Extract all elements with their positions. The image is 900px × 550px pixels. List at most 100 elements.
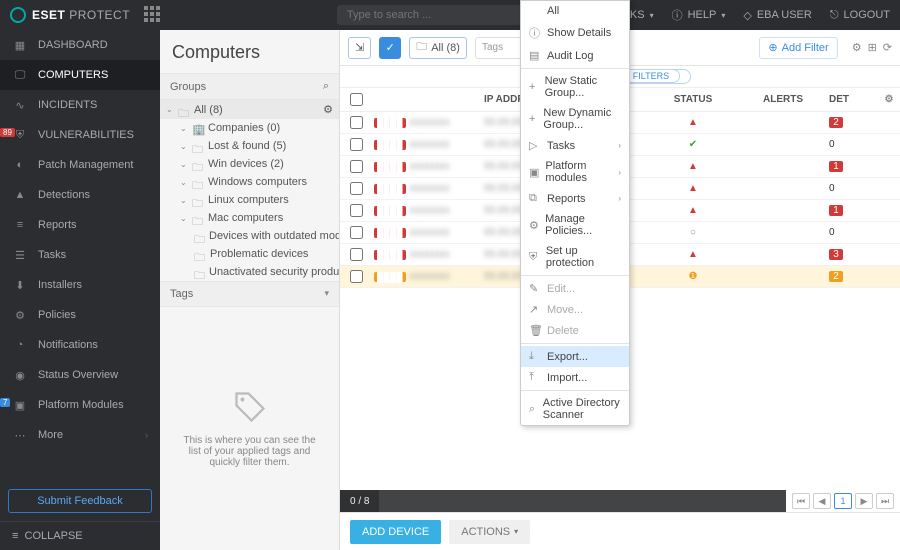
nav-vulnerabilities[interactable]: 89⛨VULNERABILITIES bbox=[0, 120, 160, 150]
vuln-badge: 89 bbox=[0, 128, 15, 137]
pager-first[interactable]: ⏮ bbox=[792, 493, 810, 509]
nav-status[interactable]: ◉Status Overview bbox=[0, 360, 160, 390]
row-checkbox[interactable] bbox=[350, 116, 363, 129]
menu-tasks[interactable]: ▷Tasks› bbox=[521, 135, 629, 156]
nav-reports[interactable]: ≡Reports bbox=[0, 210, 160, 240]
chevron-down-icon: ⌄ bbox=[180, 178, 188, 187]
menu-all[interactable]: All bbox=[521, 1, 629, 21]
nav-tasks[interactable]: ☰Tasks bbox=[0, 240, 160, 270]
refresh-icon[interactable]: ⟳ bbox=[883, 41, 892, 54]
chevron-down-icon: ⌄ bbox=[180, 142, 188, 151]
chevron-down-icon[interactable]: ▾ bbox=[324, 288, 329, 300]
filter-chip-scope[interactable]: 🗀All (8) bbox=[409, 37, 467, 59]
tree-problem[interactable]: 🗀Problematic devices bbox=[160, 245, 339, 263]
collapse-nav[interactable]: ≡ COLLAPSE bbox=[0, 521, 160, 550]
folder-icon: 🗀 bbox=[194, 267, 205, 277]
nav-incidents[interactable]: ∿INCIDENTS bbox=[0, 90, 160, 120]
col-alerts[interactable]: ALERTS bbox=[743, 94, 823, 105]
actions-button[interactable]: ACTIONS▾ bbox=[449, 520, 530, 544]
folder-icon: 🗀 bbox=[192, 141, 204, 151]
nav-dashboard[interactable]: ▦DASHBOARD bbox=[0, 30, 160, 60]
bell-icon: ◔ bbox=[12, 337, 28, 353]
menu-export[interactable]: ⤓Export... bbox=[521, 346, 629, 367]
tree-unact[interactable]: 🗀Unactivated security product bbox=[160, 263, 339, 281]
play-icon: ▷ bbox=[529, 139, 541, 152]
det-cell: 1 bbox=[823, 205, 878, 216]
user-menu[interactable]: ◇EBA USER bbox=[743, 9, 812, 22]
submit-feedback-button[interactable]: Submit Feedback bbox=[8, 489, 152, 513]
menu-manage-policies[interactable]: ⚙Manage Policies... bbox=[521, 209, 629, 241]
app-launcher-icon[interactable] bbox=[144, 6, 162, 24]
tree-win[interactable]: ⌄🗀Win devices (2) bbox=[160, 155, 339, 173]
modules-icon: ▣ bbox=[529, 166, 539, 179]
gear-icon[interactable]: ⚙ bbox=[852, 41, 862, 54]
tree-outdated[interactable]: 🗀Devices with outdated modules bbox=[160, 227, 339, 245]
menu-import[interactable]: ⤒Import... bbox=[521, 367, 629, 388]
row-checkbox[interactable] bbox=[350, 138, 363, 151]
select-all-checkbox[interactable] bbox=[350, 93, 363, 106]
add-device-button[interactable]: ADD DEVICE bbox=[350, 520, 441, 544]
row-checkbox[interactable] bbox=[350, 270, 363, 283]
pager-current[interactable]: 1 bbox=[834, 493, 852, 509]
filter-chip-subgroups[interactable]: ⇲ bbox=[348, 37, 371, 59]
row-checkbox[interactable] bbox=[350, 226, 363, 239]
nav-patch[interactable]: ◐Patch Management bbox=[0, 150, 160, 180]
menu-ad-scanner[interactable]: ⌕Active Directory Scanner bbox=[521, 393, 629, 425]
status-cell: ○ bbox=[643, 227, 743, 238]
ip-address: 00.00.00 bbox=[484, 183, 523, 194]
nav-more[interactable]: ⋯More› bbox=[0, 420, 160, 450]
row-checkbox[interactable] bbox=[350, 248, 363, 261]
search-icon[interactable]: ⌕ bbox=[323, 80, 329, 93]
row-checkbox[interactable] bbox=[350, 204, 363, 217]
move-icon: ↗ bbox=[529, 303, 541, 316]
tree-mac[interactable]: ⌄🗀Mac computers bbox=[160, 209, 339, 227]
circle-icon: ○ bbox=[690, 227, 696, 238]
gear-icon[interactable]: ⚙ bbox=[323, 103, 333, 116]
add-filter-button[interactable]: ⊕Add Filter bbox=[759, 37, 837, 59]
menu-audit-log[interactable]: ▤Audit Log bbox=[521, 45, 629, 66]
chevron-down-icon: ▾ bbox=[514, 527, 518, 536]
gear-icon[interactable]: ⚙ bbox=[878, 94, 900, 105]
menu-setup-protection[interactable]: ⛨Set up protection bbox=[521, 241, 629, 273]
warning-icon: ▲ bbox=[12, 187, 28, 203]
folder-icon: 🗀 bbox=[192, 177, 204, 187]
help-menu[interactable]: ⓘHELP▾ bbox=[672, 7, 726, 23]
nav-modules[interactable]: 7▣Platform Modules bbox=[0, 390, 160, 420]
tree-linux[interactable]: ⌄🗀Linux computers bbox=[160, 191, 339, 209]
row-checkbox[interactable] bbox=[350, 182, 363, 195]
pager-next[interactable]: ▶ bbox=[855, 493, 873, 509]
nav-policies[interactable]: ⚙Policies bbox=[0, 300, 160, 330]
menu-new-dynamic[interactable]: +New Dynamic Group... bbox=[521, 103, 629, 135]
nav-notifications[interactable]: ◔Notifications bbox=[0, 330, 160, 360]
row-checkbox[interactable] bbox=[350, 160, 363, 173]
menu-platform-modules[interactable]: ▣Platform modules› bbox=[521, 156, 629, 188]
pager-prev[interactable]: ◀ bbox=[813, 493, 831, 509]
computers-icon: 🖵 bbox=[12, 67, 28, 83]
folder-icon: 🗀 bbox=[192, 213, 204, 223]
logout-button[interactable]: ⎋LOGOUT bbox=[830, 9, 890, 22]
menu-show-details[interactable]: ⓘShow Details bbox=[521, 21, 629, 45]
name-tag: ████ bbox=[374, 206, 406, 216]
nav-detections[interactable]: ▲Detections bbox=[0, 180, 160, 210]
tree-lost[interactable]: ⌄🗀Lost & found (5) bbox=[160, 137, 339, 155]
filter-chip-check[interactable]: ✓ bbox=[379, 37, 401, 59]
computer-name: xxxxxxxx bbox=[410, 227, 450, 238]
nav-installers[interactable]: ⬇Installers bbox=[0, 270, 160, 300]
menu-new-static[interactable]: +New Static Group... bbox=[521, 71, 629, 103]
tree-all[interactable]: ⌄🗀All (8)⚙ bbox=[160, 100, 339, 119]
col-status[interactable]: STATUS bbox=[643, 94, 743, 105]
warning-icon: ▲ bbox=[688, 205, 698, 216]
download-icon: ⬇ bbox=[12, 277, 28, 293]
columns-icon[interactable]: ⊞ bbox=[868, 41, 877, 54]
ip-address: 00.00.00 bbox=[484, 117, 523, 128]
col-det[interactable]: DET bbox=[823, 94, 878, 105]
pager-last[interactable]: ⏭ bbox=[876, 493, 894, 509]
search-input[interactable] bbox=[345, 8, 532, 22]
menu-delete: 🗑Delete bbox=[521, 320, 629, 341]
menu-reports[interactable]: ⧉Reports› bbox=[521, 188, 629, 209]
tree-wincomp[interactable]: ⌄🗀Windows computers bbox=[160, 173, 339, 191]
nav-computers[interactable]: 🖵COMPUTERS bbox=[0, 60, 160, 90]
tree-companies[interactable]: ⌄🏢Companies (0) bbox=[160, 119, 339, 137]
tag-icon bbox=[232, 389, 268, 425]
chevron-right-icon: › bbox=[145, 430, 148, 440]
